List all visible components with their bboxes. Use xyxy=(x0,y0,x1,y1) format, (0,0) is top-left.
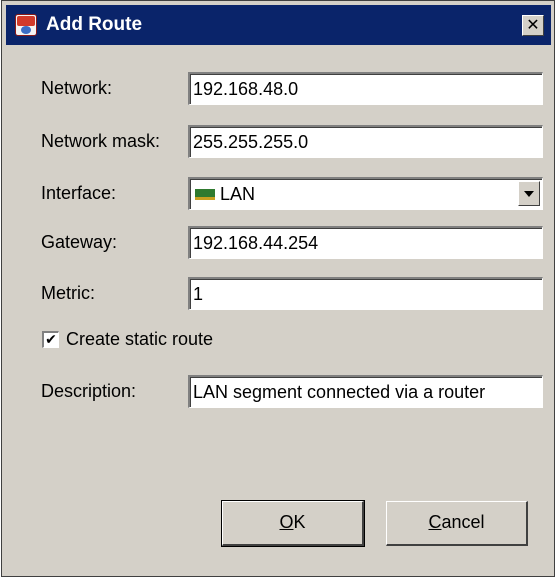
static-route-label[interactable]: Create static route xyxy=(66,328,213,350)
cancel-button[interactable]: Cancel xyxy=(386,501,528,546)
interface-label: Interface: xyxy=(41,183,117,203)
network-input[interactable]: 192.168.48.0 xyxy=(188,72,543,105)
close-button[interactable]: ✕ xyxy=(522,15,544,36)
interface-select[interactable]: LAN xyxy=(188,177,543,210)
interface-value: LAN xyxy=(220,184,256,204)
metric-input[interactable]: 1 xyxy=(188,277,543,310)
static-route-checkbox[interactable]: ✔ xyxy=(42,331,59,348)
description-label: Description: xyxy=(41,381,137,401)
metric-label: Metric: xyxy=(41,283,95,303)
gateway-input[interactable]: 192.168.44.254 xyxy=(188,226,543,259)
gateway-label: Gateway: xyxy=(41,232,118,252)
title-bar: Add Route ✕ xyxy=(6,5,551,45)
network-mask-input[interactable]: 255.255.255.0 xyxy=(188,125,543,158)
chevron-down-icon xyxy=(524,191,534,197)
network-mask-label: Network mask: xyxy=(41,131,161,151)
checkmark-icon: ✔ xyxy=(45,331,57,347)
description-input[interactable]: LAN segment connected via a router xyxy=(188,375,543,408)
interface-dropdown-button[interactable] xyxy=(518,181,540,206)
network-label: Network: xyxy=(41,78,113,98)
ok-button[interactable]: OK xyxy=(221,500,365,547)
add-route-dialog: Add Route ✕ Network: 192.168.48.0 Networ… xyxy=(1,0,555,577)
app-router-icon xyxy=(15,14,37,36)
network-card-icon xyxy=(195,189,215,200)
window-title: Add Route xyxy=(46,14,143,35)
close-icon: ✕ xyxy=(526,17,540,34)
